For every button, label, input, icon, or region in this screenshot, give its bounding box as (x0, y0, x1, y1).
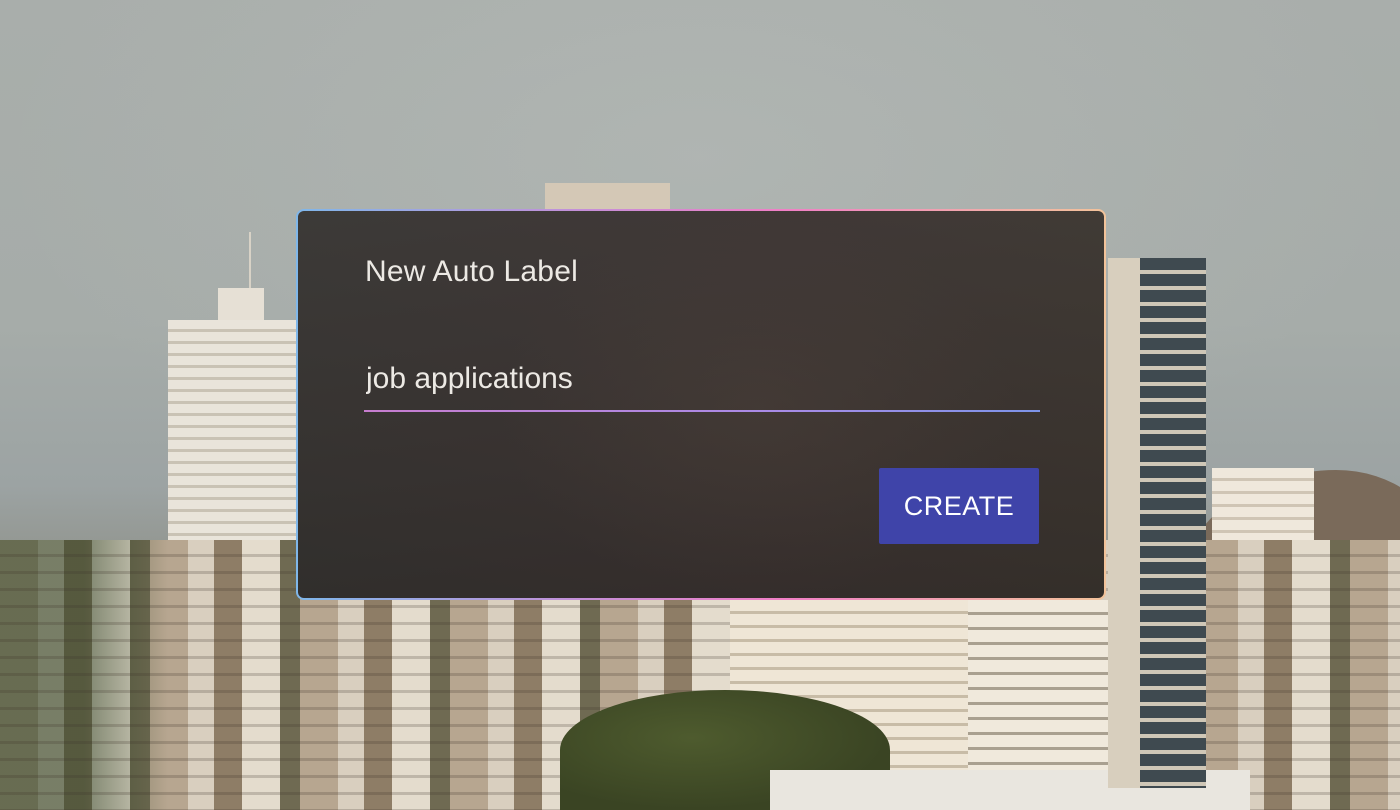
background-cityscape: New Auto Label CREATE (0, 0, 1400, 810)
create-button[interactable]: CREATE (879, 468, 1039, 544)
tower-right-side (1108, 258, 1140, 788)
dialog-title: New Auto Label (365, 255, 578, 288)
label-name-input[interactable] (364, 349, 1040, 409)
input-underline (364, 410, 1040, 412)
new-auto-label-dialog: New Auto Label CREATE (296, 209, 1106, 600)
dialog-body: New Auto Label CREATE (298, 211, 1104, 598)
antenna (249, 232, 251, 290)
label-name-field (364, 349, 1040, 413)
mid-building-2 (968, 600, 1108, 790)
